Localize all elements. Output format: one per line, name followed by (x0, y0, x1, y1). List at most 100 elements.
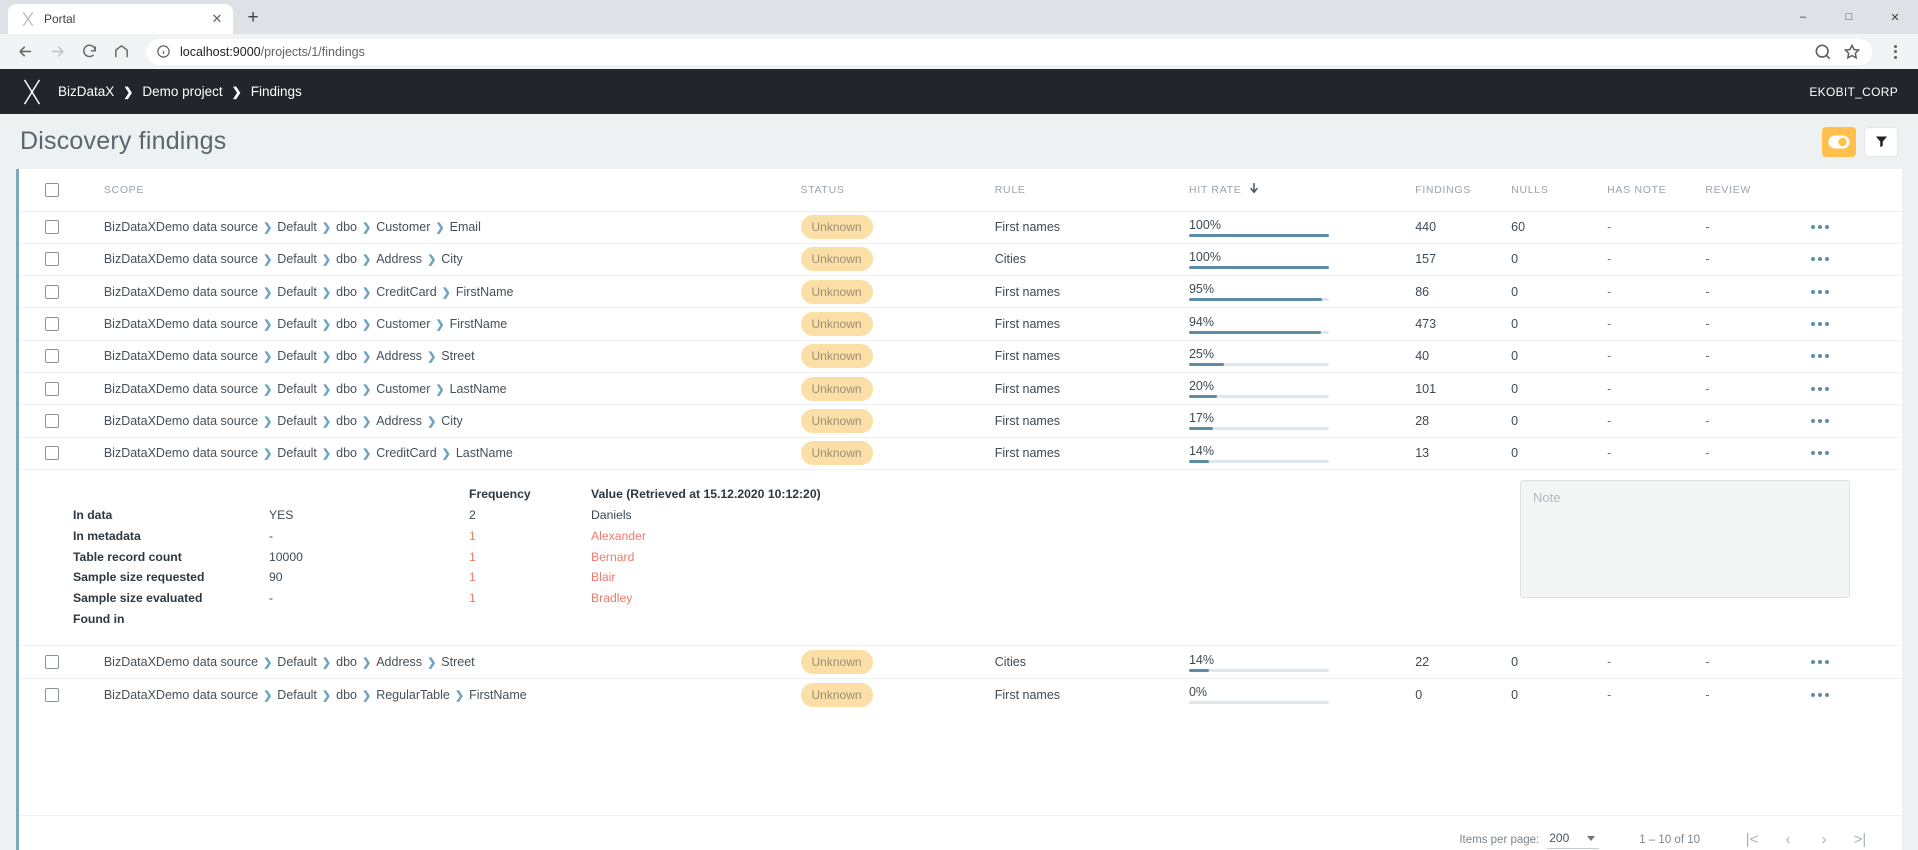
row-has-note: - (1607, 243, 1706, 277)
table-row[interactable]: BizDataXDemo data source ❯ Default ❯ dbo ❯ Add… (19, 645, 1903, 679)
row-hit-rate-cell: 20% (1188, 372, 1416, 406)
plus-icon[interactable]: + (239, 4, 267, 32)
window-maximize-button[interactable]: □ (1826, 0, 1872, 34)
row-checkbox[interactable] (45, 220, 59, 235)
row-scope[interactable]: BizDataXDemo data source ❯ Default ❯ dbo ❯ Add… (89, 645, 801, 679)
table-row[interactable]: BizDataXDemo data source ❯ Default ❯ dbo ❯ Reg… (19, 678, 1902, 710)
filter-button[interactable] (1864, 126, 1898, 157)
items-per-page-select[interactable]: 200 (1547, 830, 1600, 849)
scope-segment: RegularTable (376, 687, 450, 702)
first-page-button[interactable]: |< (1734, 822, 1770, 850)
three-dots-horizontal-icon[interactable] (1810, 660, 1903, 665)
info-circle-icon[interactable] (156, 44, 171, 59)
row-scope[interactable]: BizDataXDemo data source ❯ Default ❯ dbo ❯ Cre… (89, 437, 801, 470)
detail-sample-values-column: Value (Retrieved at 15.12.2020 10:12:20)… (591, 484, 1231, 630)
address-bar[interactable]: localhost:9000/projects/1/findings (146, 38, 1872, 65)
row-checkbox[interactable] (45, 317, 59, 332)
items-per-page-value: 200 (1549, 830, 1570, 845)
row-scope[interactable]: BizDataXDemo data source ❯ Default ❯ dbo ❯ Cus… (89, 307, 801, 341)
row-checkbox[interactable] (45, 687, 59, 702)
row-checkbox[interactable] (45, 413, 59, 428)
row-scope[interactable]: BizDataXDemo data source ❯ Default ❯ dbo ❯ Add… (89, 404, 801, 438)
column-header-status[interactable]: STATUS (800, 169, 995, 212)
status-badge[interactable]: Unknown (800, 682, 873, 707)
select-all-checkbox[interactable] (45, 182, 59, 197)
last-page-button[interactable]: >| (1842, 822, 1878, 850)
status-badge[interactable]: Unknown (800, 247, 873, 272)
three-dots-horizontal-icon[interactable] (1810, 692, 1903, 697)
scope-segment: Address (376, 349, 423, 364)
row-hit-rate-cell: 95% (1188, 275, 1416, 309)
row-checkbox[interactable] (45, 381, 59, 396)
row-checkbox[interactable] (45, 284, 59, 299)
next-page-button[interactable]: › (1806, 822, 1842, 850)
star-icon[interactable] (1842, 42, 1862, 62)
three-dots-vertical-icon[interactable] (1882, 37, 1908, 67)
three-dots-horizontal-icon[interactable] (1810, 418, 1903, 423)
column-header-nulls[interactable]: NULLS (1511, 169, 1608, 212)
column-header-findings[interactable]: FINDINGS (1415, 169, 1512, 212)
status-badge[interactable]: Unknown (800, 312, 873, 337)
window-close-button[interactable]: ✕ (1872, 0, 1918, 34)
scope-separator: ❯ (263, 415, 273, 428)
table-row[interactable]: BizDataXDemo data source ❯ Default ❯ dbo ❯ Cre… (19, 437, 1903, 470)
arrow-right-icon[interactable] (42, 37, 72, 67)
row-scope[interactable]: BizDataXDemo data source ❯ Default ❯ dbo ❯ Cus… (89, 211, 801, 244)
status-badge[interactable]: Unknown (800, 408, 873, 433)
table-row[interactable]: BizDataXDemo data source ❯ Default ❯ dbo ❯ Add… (19, 243, 1903, 277)
breadcrumb-item-demo-project[interactable]: Demo project (142, 84, 222, 99)
three-dots-horizontal-icon[interactable] (1810, 289, 1903, 294)
row-scope[interactable]: BizDataXDemo data source ❯ Default ❯ dbo ❯ Add… (89, 243, 801, 277)
row-scope[interactable]: BizDataXDemo data source ❯ Default ❯ dbo ❯ Reg… (90, 678, 801, 710)
three-dots-horizontal-icon[interactable] (1810, 354, 1903, 359)
previous-page-button[interactable]: ‹ (1770, 822, 1806, 850)
table-row[interactable]: BizDataXDemo data source ❯ Default ❯ dbo ❯ Cre… (19, 275, 1903, 309)
close-icon[interactable]: ✕ (209, 11, 225, 27)
status-badge[interactable]: Unknown (800, 279, 873, 304)
breadcrumb-item-bizdatax[interactable]: BizDataX (58, 84, 114, 99)
table-row[interactable]: BizDataXDemo data source ❯ Default ❯ dbo ❯ Add… (19, 404, 1903, 438)
detail-field-value (269, 609, 469, 630)
toggle-button[interactable] (1822, 126, 1856, 157)
column-header-has-note[interactable]: HAS NOTE (1607, 169, 1706, 212)
row-checkbox[interactable] (45, 446, 59, 461)
reload-icon[interactable] (74, 37, 104, 67)
status-badge[interactable]: Unknown (800, 344, 873, 369)
row-hit-rate-cell: 100% (1188, 243, 1416, 277)
window-minimize-button[interactable]: – (1780, 0, 1826, 34)
row-scope[interactable]: BizDataXDemo data source ❯ Default ❯ dbo ❯ Cre… (89, 275, 801, 309)
row-actions-cell (1810, 340, 1903, 373)
status-badge[interactable]: Unknown (800, 441, 873, 466)
column-header-hit-rate[interactable]: HIT RATE (1188, 169, 1416, 212)
three-dots-horizontal-icon[interactable] (1810, 451, 1903, 456)
table-row[interactable]: BizDataXDemo data source ❯ Default ❯ dbo ❯ Cus… (19, 211, 1903, 244)
browser-tab[interactable]: Portal ✕ (8, 4, 233, 34)
page-title: Discovery findings (20, 127, 227, 155)
three-dots-horizontal-icon[interactable] (1810, 257, 1903, 262)
status-badge[interactable]: Unknown (800, 215, 873, 240)
row-checkbox[interactable] (45, 655, 59, 670)
row-scope[interactable]: BizDataXDemo data source ❯ Default ❯ dbo ❯ Cus… (89, 372, 801, 406)
column-header-review[interactable]: REVIEW (1705, 169, 1811, 212)
column-header-scope[interactable]: SCOPE (89, 169, 801, 212)
column-header-rule[interactable]: RULE (994, 169, 1189, 212)
note-input[interactable]: Note (1520, 479, 1850, 598)
status-badge[interactable]: Unknown (800, 650, 873, 675)
table-row[interactable]: BizDataXDemo data source ❯ Default ❯ dbo ❯ Cus… (19, 372, 1903, 406)
three-dots-horizontal-icon[interactable] (1810, 386, 1903, 391)
arrow-left-icon[interactable] (10, 37, 40, 67)
search-icon[interactable] (1813, 42, 1833, 62)
scope-segment: CreditCard (376, 446, 437, 461)
row-scope[interactable]: BizDataXDemo data source ❯ Default ❯ dbo ❯ Add… (89, 340, 801, 373)
scope-separator: ❯ (427, 657, 437, 670)
status-badge[interactable]: Unknown (800, 376, 873, 401)
three-dots-horizontal-icon[interactable] (1810, 322, 1903, 327)
home-icon[interactable] (106, 37, 136, 67)
row-checkbox[interactable] (45, 349, 59, 364)
table-row[interactable]: BizDataXDemo data source ❯ Default ❯ dbo ❯ Cus… (19, 307, 1903, 341)
table-row[interactable]: BizDataXDemo data source ❯ Default ❯ dbo ❯ Add… (19, 340, 1903, 373)
scope-separator: ❯ (441, 448, 451, 461)
row-checkbox[interactable] (45, 252, 59, 267)
breadcrumb-item-findings[interactable]: Findings (251, 84, 302, 99)
three-dots-horizontal-icon[interactable] (1810, 225, 1903, 230)
